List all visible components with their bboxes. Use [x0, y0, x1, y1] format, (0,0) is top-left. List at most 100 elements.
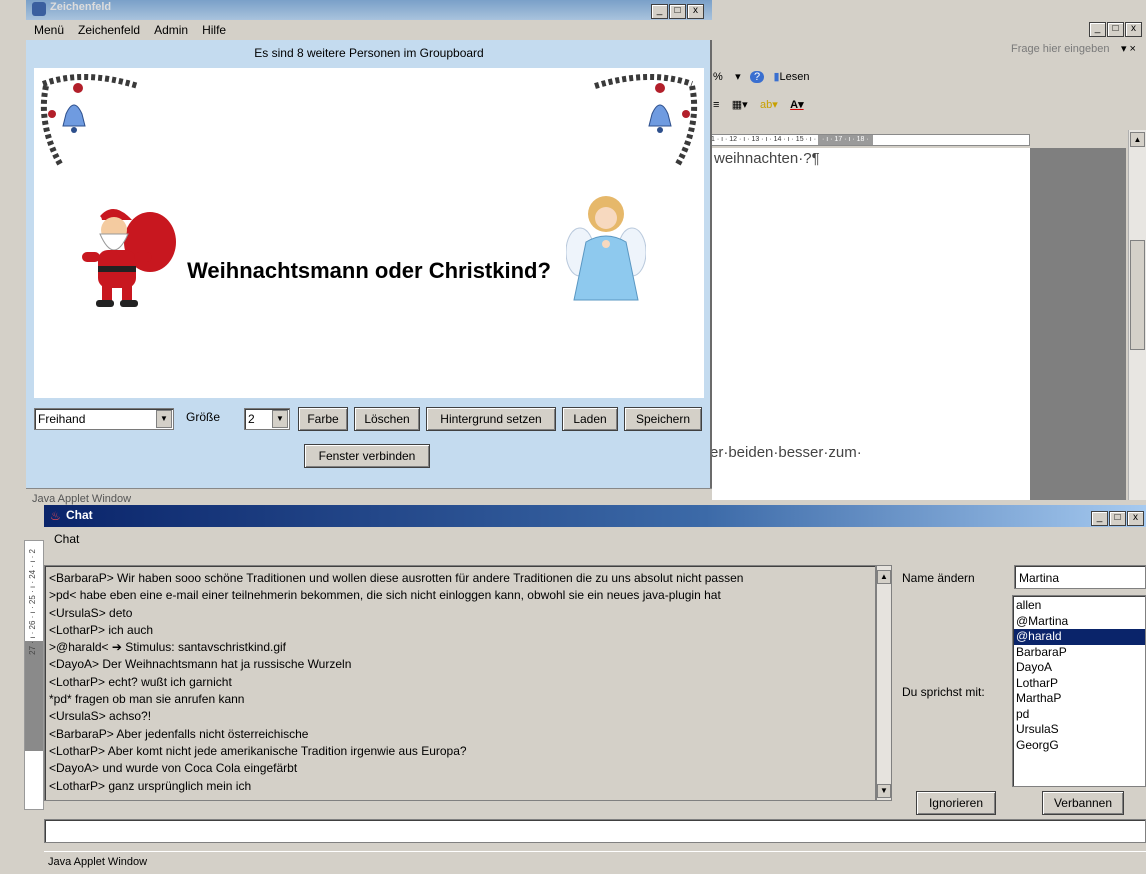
connect-window-button[interactable]: Fenster verbinden	[304, 444, 430, 468]
ignore-button[interactable]: Ignorieren	[916, 791, 996, 815]
save-button[interactable]: Speichern	[624, 407, 702, 431]
bell-garland-icon	[594, 74, 698, 166]
load-button[interactable]: Laden	[562, 407, 618, 431]
chat-message: <BarbaraP> Aber jedenfalls nicht österre…	[49, 726, 309, 741]
help-icon[interactable]: ?	[750, 71, 765, 83]
clear-button[interactable]: Löschen	[354, 407, 420, 431]
user-list-item[interactable]: @Martina	[1014, 614, 1145, 630]
chat-messages[interactable]: <BarbaraP> Wir haben sooo schöne Traditi…	[44, 565, 876, 801]
change-name-label: Name ändern	[902, 571, 975, 585]
name-input[interactable]: Martina	[1014, 565, 1146, 589]
groupboard-info: Es sind 8 weitere Personen im Groupboard	[254, 46, 484, 60]
zoom-percent[interactable]: %	[710, 69, 726, 85]
chat-window-controls: _ □ x	[1090, 509, 1144, 526]
size-select-value: 2	[248, 412, 255, 426]
scroll-thumb[interactable]	[1130, 240, 1145, 350]
ruler-text: 1 · ı · 12 · ı · 13 · ı · 14 · ı · 15 · …	[711, 136, 817, 143]
font-color-icon[interactable]: A▾	[787, 96, 806, 113]
document-text-line: er·beiden·besser·zum·	[710, 444, 862, 461]
highlight-icon[interactable]: ab▾	[757, 96, 781, 113]
document-scrollbar[interactable]: ▲	[1128, 130, 1146, 500]
user-list-item[interactable]: LotharP	[1014, 676, 1145, 692]
close-button[interactable]: x	[1127, 511, 1144, 526]
tool-select[interactable]: Freihand ▼	[34, 408, 174, 430]
minimize-button[interactable]: _	[651, 4, 668, 19]
chat-message: <DayoA> Der Weihnachtsmann hat ja russis…	[49, 657, 352, 672]
chat-message: <UrsulaS> deto	[49, 605, 133, 620]
ask-question-placeholder: Frage hier eingeben	[1011, 43, 1110, 55]
chat-message: <LotharP> Aber komt nicht jede amerikani…	[49, 743, 467, 758]
maximize-button[interactable]: □	[1109, 511, 1126, 526]
scroll-up-icon[interactable]: ▲	[1130, 132, 1145, 147]
horizontal-ruler: 1 · ı · 12 · ı · 13 · ı · 14 · ı · 15 · …	[710, 134, 1030, 146]
user-list-item[interactable]: DayoA	[1014, 660, 1145, 676]
user-list-item[interactable]: MarthaP	[1014, 691, 1145, 707]
minimize-button[interactable]: _	[1091, 511, 1108, 526]
scroll-down-icon[interactable]: ▼	[877, 784, 891, 798]
read-mode-button[interactable]: ▮Lesen	[770, 68, 812, 85]
chat-message: >pd< habe eben eine e-mail einer teilneh…	[49, 588, 721, 603]
user-list-item[interactable]: pd	[1014, 707, 1145, 723]
user-list[interactable]: allen @Martina @harald BarbaraP DayoA Lo…	[1012, 595, 1146, 787]
drawing-canvas[interactable]: Weihnachtsmann oder Christkind?	[34, 68, 704, 398]
chat-message: <UrsulaS> achso?!	[49, 709, 152, 724]
tool-select-value: Freihand	[38, 412, 86, 426]
close-button[interactable]: x	[1125, 22, 1142, 37]
color-button[interactable]: Farbe	[298, 407, 348, 431]
user-list-item[interactable]: BarbaraP	[1014, 645, 1145, 661]
chat-status-bar: Java Applet Window	[44, 851, 1146, 873]
ruler-margin: · ı · 17 · ı · 18 ·	[817, 135, 873, 145]
chat-message: <LotharP> ganz ursprünglich mein ich	[49, 778, 252, 793]
menu-hilfe[interactable]: Hilfe	[194, 20, 232, 37]
ask-dropdown-icon[interactable]: ▾ ×	[1121, 40, 1136, 58]
vertical-ruler-text: 27 · ı · 26 · ı · 25 · ı · 24 · ı · 2	[28, 549, 37, 655]
menu-admin[interactable]: Admin	[146, 20, 194, 37]
minimize-button[interactable]: _	[1089, 22, 1106, 37]
chat-message: *pd* fragen ob man sie anrufen kann	[49, 692, 245, 707]
set-background-button[interactable]: Hintergrund setzen	[426, 407, 556, 431]
read-mode-label: Lesen	[779, 71, 810, 83]
zeichenfeld-menubar: Menü Zeichenfeld Admin Hilfe	[26, 20, 712, 40]
zeichenfeld-window: Zeichenfeld _ □ x Menü Zeichenfeld Admin Hilf…	[26, 0, 712, 510]
maximize-button[interactable]: □	[669, 4, 686, 19]
chat-message: <BarbaraP> Wir haben sooo schöne Traditi…	[49, 571, 744, 585]
user-list-item[interactable]: UrsulaS	[1014, 722, 1145, 738]
document-background	[1030, 148, 1126, 500]
size-select[interactable]: 2 ▼	[244, 408, 290, 430]
chat-message: <LotharP> echt? wußt ich garnicht	[49, 674, 232, 689]
chat-message: >@harald< ➔ Stimulus: santavschristkind.…	[49, 640, 287, 655]
menu-zeichenfeld[interactable]: Zeichenfeld	[70, 20, 146, 37]
chat-input[interactable]	[44, 819, 1146, 843]
document-text-line: weihnachten·?¶	[714, 150, 820, 167]
maximize-button[interactable]: □	[1107, 22, 1124, 37]
chat-messages-scrollbar[interactable]: ▲ ▼	[876, 565, 892, 801]
close-button[interactable]: x	[687, 4, 704, 19]
drawing-toolbar: Freihand ▼ Größe 2 ▼ Farbe Löschen Hinte…	[34, 406, 706, 432]
document-page[interactable]: weihnachten·?¶ er·beiden·besser·zum·	[710, 148, 1030, 500]
ask-question-box[interactable]: Frage hier eingeben ▾ ×	[946, 40, 1136, 58]
chevron-down-icon[interactable]: ▼	[272, 410, 288, 428]
ruler-margin	[25, 641, 43, 751]
border-icon[interactable]: ▦▾	[729, 96, 751, 113]
scroll-up-icon[interactable]: ▲	[877, 570, 891, 584]
menu-chat[interactable]: Chat	[54, 532, 79, 546]
user-list-item[interactable]: allen	[1014, 598, 1145, 614]
chevron-down-icon[interactable]: ▼	[156, 410, 172, 428]
chat-message: <DayoA> und wurde von Coca Cola eingefär…	[49, 761, 298, 776]
chat-titlebar[interactable]	[44, 505, 1146, 527]
speaking-with-label: Du sprichst mit:	[902, 685, 985, 699]
vertical-ruler: 27 · ı · 26 · ı · 25 · ı · 24 · ı · 2	[24, 540, 44, 810]
ban-button[interactable]: Verbannen	[1042, 791, 1124, 815]
java-app-icon	[32, 2, 46, 16]
menu-menue[interactable]: Menü	[26, 20, 70, 37]
dropdown-arrow-icon[interactable]: ▾	[732, 68, 744, 85]
chat-menubar: Chat	[44, 527, 1146, 549]
santa-claus-icon	[82, 209, 176, 307]
user-list-item[interactable]: GeorgG	[1014, 738, 1145, 754]
user-list-item-selected[interactable]: @harald	[1014, 629, 1145, 645]
chat-message: <LotharP> ich auch	[49, 622, 154, 637]
angel-christkind-icon	[566, 196, 646, 301]
word-titlebar	[700, 12, 1146, 32]
zeichenfeld-window-controls: _ □ x	[650, 2, 704, 19]
zeichenfeld-titlebar[interactable]	[26, 0, 712, 20]
